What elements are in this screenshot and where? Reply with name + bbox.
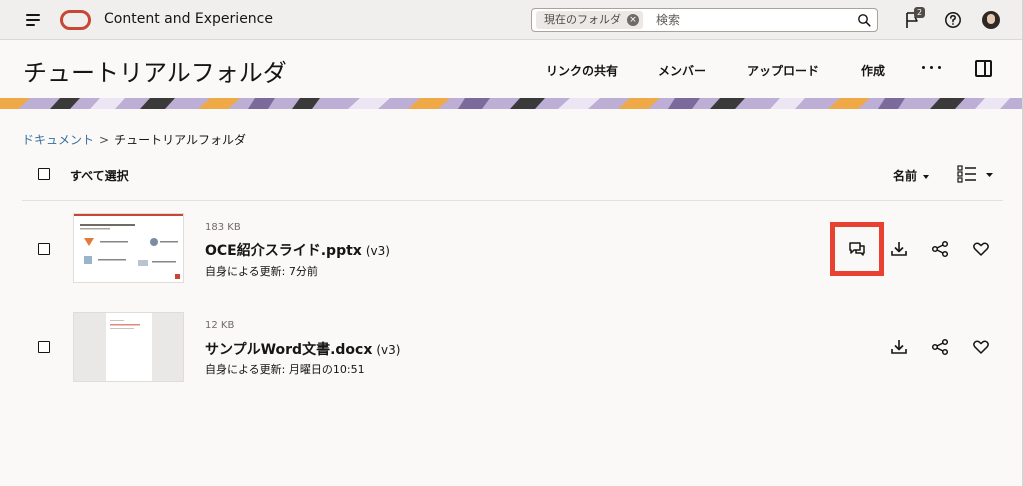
upload-button[interactable]: アップロード bbox=[747, 62, 819, 79]
sort-label: 名前 bbox=[893, 169, 918, 183]
download-icon[interactable] bbox=[889, 239, 909, 259]
sort-dropdown[interactable]: 名前 bbox=[893, 167, 930, 184]
file-name: OCE紹介スライド.pptx bbox=[205, 243, 362, 259]
more-actions-icon[interactable] bbox=[922, 66, 942, 72]
page-title: チュートリアルフォルダ bbox=[23, 59, 287, 87]
file-thumbnail-docx[interactable] bbox=[73, 312, 184, 382]
breadcrumb-current: チュートリアルフォルダ bbox=[114, 133, 246, 147]
list-divider bbox=[22, 200, 1003, 201]
chevron-down-icon bbox=[923, 174, 930, 179]
notifications-button[interactable]: 2 bbox=[904, 7, 926, 30]
favorite-heart-icon[interactable] bbox=[971, 239, 991, 259]
breadcrumb-documents-link[interactable]: ドキュメント bbox=[22, 133, 94, 147]
help-icon[interactable] bbox=[944, 11, 962, 29]
user-avatar[interactable] bbox=[982, 11, 1000, 29]
oracle-logo[interactable] bbox=[60, 10, 91, 30]
favorite-heart-icon[interactable] bbox=[971, 337, 991, 357]
app-title: Content and Experience bbox=[104, 11, 273, 27]
file-thumbnail-pptx[interactable] bbox=[73, 213, 184, 283]
search-input[interactable] bbox=[656, 11, 846, 29]
create-button[interactable]: 作成 bbox=[861, 62, 885, 79]
file-row-checkbox[interactable] bbox=[38, 341, 50, 353]
breadcrumb: ドキュメント > チュートリアルフォルダ bbox=[22, 131, 246, 148]
file-size: 183 KB bbox=[205, 222, 241, 233]
search-box[interactable]: 現在のフォルダ × bbox=[531, 8, 878, 32]
share-icon[interactable] bbox=[930, 239, 950, 259]
file-name-link[interactable]: OCE紹介スライド.pptx (v3) bbox=[205, 240, 390, 260]
share-link-button[interactable]: リンクの共有 bbox=[546, 62, 618, 79]
search-scope-label: 現在のフォルダ bbox=[544, 13, 621, 26]
top-bar: Content and Experience 現在のフォルダ × 2 bbox=[0, 0, 1024, 40]
file-updated-info: 自身による更新: 月曜日の10:51 bbox=[205, 363, 365, 376]
select-all-label[interactable]: すべて選択 bbox=[70, 167, 129, 184]
file-updated-info: 自身による更新: 7分前 bbox=[205, 265, 318, 278]
folder-header: チュートリアルフォルダ リンクの共有 メンバー アップロード 作成 bbox=[0, 40, 1024, 98]
list-view-icon bbox=[957, 165, 993, 183]
clear-scope-icon[interactable]: × bbox=[627, 14, 639, 26]
search-scope-chip[interactable]: 現在のフォルダ × bbox=[536, 11, 643, 29]
decorative-banner bbox=[0, 98, 1024, 109]
file-size: 12 KB bbox=[205, 320, 235, 331]
conversation-icon[interactable] bbox=[847, 239, 867, 259]
side-panel-toggle-icon[interactable] bbox=[975, 60, 992, 77]
file-row-checkbox[interactable] bbox=[38, 243, 50, 255]
slide-preview-image bbox=[74, 214, 183, 282]
hamburger-menu-icon[interactable] bbox=[26, 14, 40, 26]
file-version: (v3) bbox=[376, 343, 401, 357]
download-icon[interactable] bbox=[889, 337, 909, 357]
members-button[interactable]: メンバー bbox=[658, 62, 706, 79]
file-name-link[interactable]: サンプルWord文書.docx (v3) bbox=[205, 339, 400, 359]
search-icon[interactable] bbox=[857, 13, 871, 27]
breadcrumb-separator: > bbox=[99, 133, 110, 147]
select-all-checkbox[interactable] bbox=[38, 168, 50, 180]
share-icon[interactable] bbox=[930, 337, 950, 357]
notification-badge: 2 bbox=[914, 7, 926, 18]
file-version: (v3) bbox=[365, 244, 390, 258]
file-name: サンプルWord文書.docx bbox=[205, 342, 373, 358]
view-mode-dropdown[interactable] bbox=[957, 165, 995, 183]
document-preview-image bbox=[74, 313, 183, 381]
